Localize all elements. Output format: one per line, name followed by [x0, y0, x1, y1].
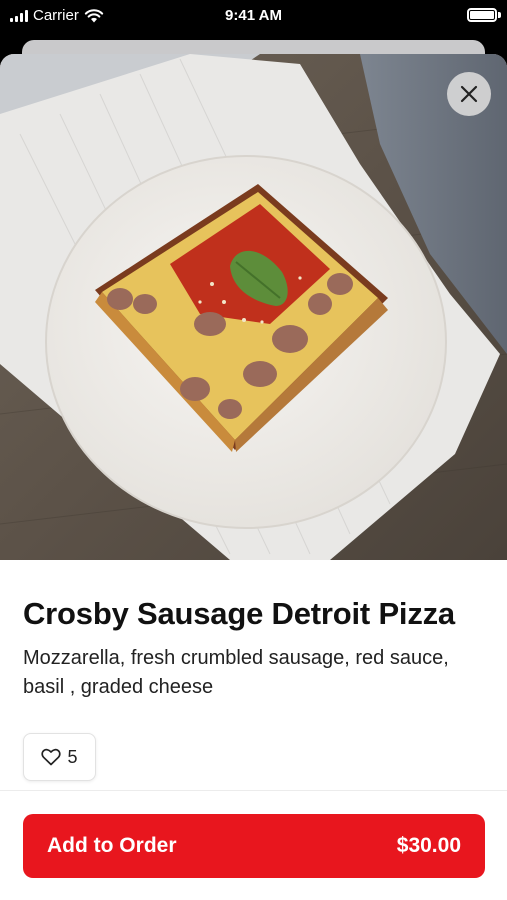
close-icon: [460, 85, 478, 103]
item-title: Crosby Sausage Detroit Pizza: [23, 596, 455, 631]
battery-tip: [498, 12, 501, 18]
battery-icon: [467, 8, 497, 22]
like-count: 5: [67, 746, 78, 767]
like-button[interactable]: 5: [23, 733, 96, 781]
add-to-order-button[interactable]: Add to Order $30.00: [23, 814, 485, 878]
divider: [0, 790, 507, 791]
item-photo: [0, 54, 507, 560]
order-price: $30.00: [396, 834, 461, 857]
add-to-order-label: Add to Order: [47, 834, 177, 857]
status-time: 9:41 AM: [225, 7, 282, 24]
status-bar: Carrier 9:41 AM: [0, 0, 507, 34]
item-description: Mozzarella, fresh crumbled sausage, red …: [23, 647, 449, 698]
heart-outline-icon: [41, 748, 62, 766]
close-button[interactable]: [447, 72, 491, 116]
item-detail-modal: Crosby Sausage Detroit Pizza Mozzarella,…: [0, 54, 507, 900]
pizza-photo-illustration: [0, 54, 507, 560]
